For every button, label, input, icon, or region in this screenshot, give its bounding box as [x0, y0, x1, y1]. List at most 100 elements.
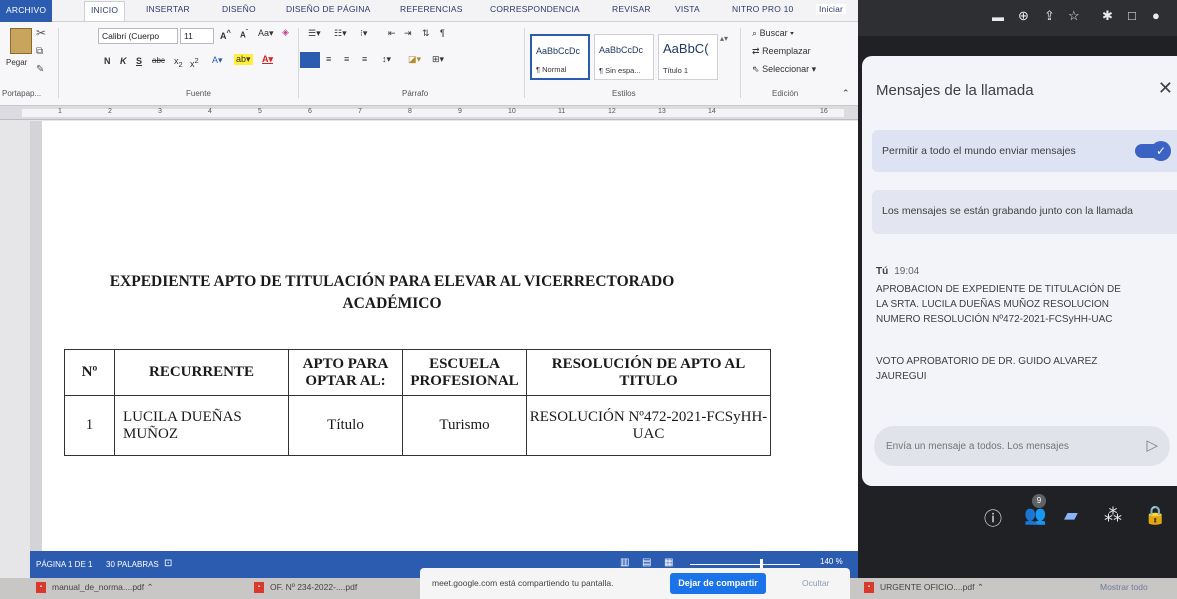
paste-button[interactable]: Pegar	[6, 58, 27, 67]
chevron-up-icon[interactable]: ⌃	[977, 582, 984, 592]
tab-vista[interactable]: VISTA	[675, 4, 700, 14]
align-right-icon[interactable]: ≡	[344, 54, 349, 64]
bookmark-star-icon[interactable]: ☆	[1068, 8, 1080, 24]
zoom-level[interactable]: 140 %	[820, 557, 843, 566]
download-item[interactable]: ▪ OF. Nº 234-2022-....pdf	[254, 582, 358, 594]
lock-icon[interactable]: 🔒	[1144, 505, 1166, 526]
vertical-ruler[interactable]	[30, 121, 42, 551]
show-marks-icon[interactable]: ¶	[440, 28, 445, 38]
stop-sharing-button[interactable]: Dejar de compartir	[670, 573, 766, 594]
tab-icon[interactable]: □	[1128, 8, 1136, 23]
superscript-button[interactable]: x2	[190, 56, 199, 69]
send-icon[interactable]: ▷	[1146, 436, 1158, 454]
document-page[interactable]: EXPEDIENTE APTO DE TITULACIÓN PARA ELEVA…	[42, 121, 858, 551]
find-button[interactable]: ⌕ Buscar ▾	[752, 28, 794, 39]
tab-nitro[interactable]: NITRO PRO 10	[732, 4, 793, 14]
italic-button[interactable]: K	[120, 56, 127, 66]
zoom-slider[interactable]	[690, 564, 800, 565]
tab-diseno-pagina[interactable]: DISEÑO DE PÁGINA	[286, 4, 370, 14]
sign-in-link[interactable]: Iniciar	[816, 4, 847, 14]
tab-inicio[interactable]: INICIO	[84, 1, 126, 21]
chat-input[interactable]	[886, 437, 1126, 455]
paste-icon[interactable]	[10, 28, 32, 54]
ribbon: Pegar ✂ ⧉ ✎ Portapap... Calibri (Cuerpo …	[0, 22, 858, 106]
align-center-icon[interactable]: ≡	[326, 54, 331, 64]
bold-button[interactable]: N	[104, 56, 111, 66]
allow-messages-toggle[interactable]: ✓	[1135, 141, 1171, 161]
shrink-font-icon[interactable]: Aˇ	[240, 29, 248, 40]
tab-referencias[interactable]: REFERENCIAS	[400, 4, 463, 14]
page-count[interactable]: PÁGINA 1 DE 1	[36, 560, 92, 569]
tab-correspondencia[interactable]: CORRESPONDENCIA	[490, 4, 580, 14]
highlight-icon[interactable]: ab▾	[234, 54, 253, 65]
hide-button[interactable]: Ocultar	[802, 578, 829, 588]
grow-font-icon[interactable]: A^	[220, 28, 231, 41]
line-spacing-icon[interactable]: ↕▾	[382, 54, 391, 65]
zoom-icon[interactable]: ⊕	[1018, 8, 1029, 24]
bullets-icon[interactable]: ☰▾	[308, 28, 321, 39]
increase-indent-icon[interactable]: ⇥	[404, 28, 412, 39]
tab-diseno[interactable]: DISEÑO	[222, 4, 256, 14]
underline-button[interactable]: S	[136, 56, 142, 66]
text-effects-icon[interactable]: A▾	[212, 55, 223, 66]
read-mode-icon[interactable]: ▥	[620, 557, 629, 568]
copy-icon[interactable]: ⧉	[36, 46, 43, 57]
style-normal[interactable]: AaBbCcDc ¶ Normal	[530, 34, 590, 80]
print-layout-icon[interactable]: ▤	[642, 557, 651, 568]
font-size-select[interactable]: 11	[180, 28, 214, 44]
style-no-spacing[interactable]: AaBbCcDc ¶ Sin espa...	[594, 34, 654, 80]
download-item[interactable]: ▪ manual_de_norma....pdf ⌃	[36, 582, 154, 594]
chat-icon[interactable]: ▰	[1064, 505, 1078, 526]
font-name-select[interactable]: Calibri (Cuerpo	[98, 28, 178, 44]
tab-archivo[interactable]: ARCHIVO	[0, 0, 52, 22]
tab-insertar[interactable]: INSERTAR	[146, 4, 190, 14]
word-count[interactable]: 30 PALABRAS	[106, 560, 159, 569]
borders-icon[interactable]: ⊞▾	[432, 54, 444, 65]
table-cell: 1	[64, 395, 115, 456]
activities-icon[interactable]: ⁂	[1104, 505, 1122, 526]
font-color-icon[interactable]: A▾	[262, 54, 273, 65]
align-left-button[interactable]	[300, 52, 320, 68]
format-painter-icon[interactable]: ✎	[36, 64, 44, 75]
chevron-up-icon[interactable]: ⌃	[147, 582, 154, 592]
styles-scroll-icon[interactable]: ▴▾	[720, 34, 728, 43]
style-sample: AaBbC(	[663, 41, 709, 56]
multilevel-icon[interactable]: ⁝▾	[360, 28, 367, 39]
shading-icon[interactable]: ◪▾	[408, 54, 421, 65]
cut-icon[interactable]: ✂	[36, 26, 46, 40]
download-item[interactable]: ▪ URGENTE OFICIO....pdf ⌃	[864, 582, 984, 594]
profile-icon[interactable]: ●	[1152, 8, 1160, 23]
strikethrough-button[interactable]: abc	[152, 56, 165, 65]
decrease-indent-icon[interactable]: ⇤	[388, 28, 396, 39]
tab-revisar[interactable]: REVISAR	[612, 4, 651, 14]
cursor-icon: ⇖	[752, 64, 760, 74]
ribbon-tabs: ARCHIVO INICIO INSERTAR DISEÑO DISEÑO DE…	[0, 0, 858, 22]
justify-icon[interactable]: ≡	[362, 54, 367, 64]
proofing-icon[interactable]: ⊡	[164, 558, 172, 569]
cast-icon[interactable]: ▬	[992, 10, 1004, 24]
style-heading-1[interactable]: AaBbC( Título 1	[658, 34, 718, 80]
recording-notice: Los mensajes se están grabando junto con…	[872, 190, 1177, 234]
close-icon[interactable]: ✕	[1158, 78, 1173, 99]
message-line: APROBACION DE EXPEDIENTE DE TITULACIÓN D…	[876, 284, 1121, 295]
share-icon[interactable]: ⇪	[1044, 8, 1055, 24]
subscript-button[interactable]: x2	[174, 56, 183, 69]
info-icon[interactable]: ⓘ	[984, 505, 1002, 531]
extensions-icon[interactable]: ✱	[1102, 8, 1113, 24]
numbering-icon[interactable]: ☷▾	[334, 28, 347, 39]
download-filename: OF. Nº 234-2022-....pdf	[270, 582, 358, 592]
people-icon[interactable]: 👥	[1024, 505, 1046, 526]
divider	[298, 28, 299, 98]
web-layout-icon[interactable]: ▦	[664, 557, 673, 568]
replace-button[interactable]: ⇄ Reemplazar	[752, 46, 811, 57]
table-header: ESCUELA PROFESIONAL	[402, 349, 527, 396]
show-all-button[interactable]: Mostrar todo	[1100, 582, 1148, 592]
select-button[interactable]: ⇖ Seleccionar ▾	[752, 64, 816, 75]
sort-icon[interactable]: ⇅	[422, 28, 430, 39]
ruler-number: 12	[608, 108, 616, 115]
collapse-ribbon-icon[interactable]: ⌃	[842, 88, 850, 99]
change-case-icon[interactable]: Aa▾	[258, 28, 274, 39]
download-filename: URGENTE OFICIO....pdf	[880, 582, 975, 592]
horizontal-ruler[interactable]: 1 2 3 4 5 6 7 8 9 10 11 12 13 14 16	[0, 106, 858, 120]
clear-format-icon[interactable]: ◈	[282, 27, 289, 38]
